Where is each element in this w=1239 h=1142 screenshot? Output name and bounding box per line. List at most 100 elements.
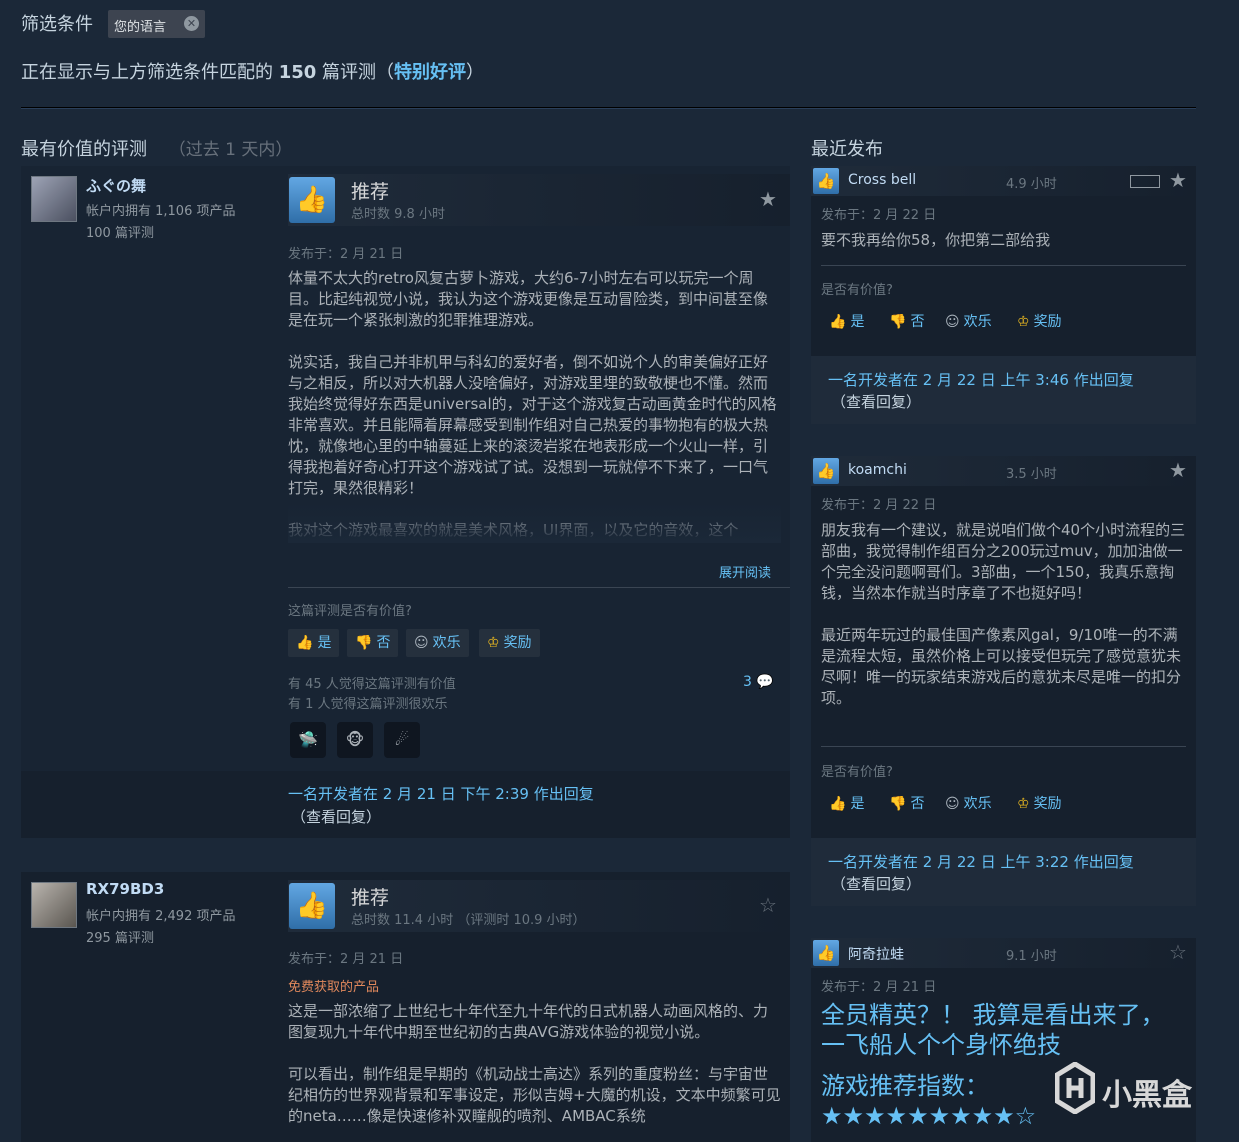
vote-yes-button[interactable]: 👍 是 bbox=[288, 629, 340, 657]
close-icon[interactable]: ✕ bbox=[184, 16, 199, 31]
posted-date: 发布于：2 月 21 日 bbox=[288, 952, 404, 967]
helpful-question: 这篇评测是否有价值? bbox=[288, 604, 412, 619]
vote-no-button[interactable]: 👎 否 bbox=[881, 790, 932, 818]
recent-header[interactable]: 👍 阿奇拉蛙 9.1 小时 ☆ bbox=[811, 938, 1196, 968]
award-icon: ♔ bbox=[487, 635, 500, 651]
divider bbox=[288, 587, 790, 588]
developer-reply-link[interactable]: 一名开发者在 2 月 22 日 上午 3:46 作出回复 bbox=[828, 370, 1134, 391]
helpful-question: 是否有价值? bbox=[821, 765, 893, 780]
avatar[interactable] bbox=[31, 882, 77, 928]
review-total[interactable]: 100 篇评测 bbox=[86, 222, 154, 241]
review-total[interactable]: 295 篇评测 bbox=[86, 927, 154, 946]
avatar[interactable] bbox=[31, 176, 77, 222]
watermark: 小黑盒 bbox=[1102, 1078, 1192, 1113]
verdict-label: 推荐 bbox=[351, 887, 390, 909]
developer-reply-link[interactable]: 一名开发者在 2 月 21 日 下午 2:39 作出回复 bbox=[288, 784, 594, 805]
playtime: 总时数 9.8 小时 bbox=[351, 207, 445, 222]
recent-review: 👍 Cross bell 4.9 小时 ★ 发布于：2 月 22 日 要不我再给… bbox=[811, 166, 1196, 424]
award-icon: ♔ bbox=[1017, 796, 1030, 812]
review-card: RX79BD3 帐户内拥有 2,492 项产品 295 篇评测 👍 推荐 总时数… bbox=[21, 872, 790, 1142]
review-headline: 全员精英？！ 我算是看出来了， 一飞船人个个身怀绝技 bbox=[821, 1001, 1165, 1059]
comment-count[interactable]: 3 💬 bbox=[743, 674, 774, 690]
view-reply-link[interactable]: （查看回复） bbox=[831, 873, 921, 894]
chip-label: 您的语言 bbox=[114, 20, 167, 35]
smile-icon: ☺ bbox=[945, 796, 960, 812]
award-icon[interactable]: ☄ bbox=[384, 722, 420, 758]
reviewer-name[interactable]: RX79BD3 bbox=[86, 880, 164, 898]
thumbs-up-icon: 👍 bbox=[829, 314, 847, 330]
helpful-question: 是否有价值? bbox=[821, 283, 893, 298]
vote-yes-button[interactable]: 👍 是 bbox=[821, 308, 872, 336]
language-filter-chip[interactable]: 您的语言 ✕ bbox=[108, 10, 205, 38]
vote-no-button[interactable]: 👎 否 bbox=[347, 629, 399, 657]
thumbs-up-icon: 👍 bbox=[829, 796, 847, 812]
recent-header[interactable]: 👍 koamchi 3.5 小时 ★ bbox=[811, 456, 1196, 486]
review-summary: 正在显示与上方筛选条件匹配的 150 篇评测（特别好评） bbox=[21, 62, 485, 83]
award-button[interactable]: ♔ 奖励 bbox=[1009, 790, 1070, 818]
owned-products[interactable]: 帐户内拥有 2,492 项产品 bbox=[86, 905, 235, 924]
award-button[interactable]: ♔ 奖励 bbox=[1009, 308, 1070, 336]
header-divider bbox=[21, 107, 1196, 109]
review-body: 体量不太大的retro风复古萝卜游戏，大约6-7小时左右可以玩完一个周目。比起纯… bbox=[288, 268, 781, 543]
award-icon: ♔ bbox=[1017, 314, 1030, 330]
verdict-bar[interactable]: 👍 推荐 总时数 9.8 小时 ★ bbox=[288, 174, 790, 226]
vote-funny-button[interactable]: ☺ 欢乐 bbox=[937, 790, 1000, 818]
developer-reply-link[interactable]: 一名开发者在 2 月 22 日 上午 3:22 作出回复 bbox=[828, 852, 1134, 873]
star-icon[interactable]: ★ bbox=[1169, 168, 1187, 192]
vote-funny-button[interactable]: ☺ 欢乐 bbox=[406, 629, 469, 657]
award-button[interactable]: ♔ 奖励 bbox=[479, 629, 540, 657]
free-product-badge: 免费获取的产品 bbox=[288, 980, 380, 995]
review-count: 150 bbox=[278, 62, 317, 83]
star-icon[interactable]: ☆ bbox=[759, 893, 777, 917]
posted-date: 发布于：2 月 22 日 bbox=[821, 498, 937, 513]
owned-products[interactable]: 帐户内拥有 1,106 项产品 bbox=[86, 200, 235, 219]
thumbs-down-icon: 👎 bbox=[889, 796, 907, 812]
posted-date: 发布于：2 月 21 日 bbox=[821, 980, 937, 995]
thumbs-down-icon: 👎 bbox=[889, 314, 907, 330]
read-more-link[interactable]: 展开阅读 bbox=[719, 562, 771, 581]
award-icon[interactable]: 🐵 bbox=[337, 722, 373, 758]
video-icon bbox=[1130, 175, 1160, 188]
thumbs-up-icon: 👍 bbox=[813, 458, 839, 484]
helpful-count: 有 45 人觉得这篇评测有价值 bbox=[288, 677, 456, 692]
thumbs-up-icon: 👍 bbox=[296, 635, 314, 651]
thumbs-up-icon: 👍 bbox=[289, 177, 335, 223]
smile-icon: ☺ bbox=[945, 314, 960, 330]
posted-date: 发布于：2 月 21 日 bbox=[288, 247, 404, 262]
filter-label: 筛选条件 bbox=[21, 14, 93, 35]
smile-icon: ☺ bbox=[414, 635, 429, 651]
recent-header[interactable]: 👍 Cross bell 4.9 小时 ★ bbox=[811, 166, 1196, 196]
review-body: 朋友我有一个建议，就是说咱们做个40个小时流程的三部曲，我觉得制作组百分之200… bbox=[821, 521, 1186, 707]
vote-yes-button[interactable]: 👍 是 bbox=[821, 790, 872, 818]
posted-date: 发布于：2 月 22 日 bbox=[821, 208, 937, 223]
rating-link[interactable]: 特别好评 bbox=[394, 62, 466, 83]
vote-funny-button[interactable]: ☺ 欢乐 bbox=[937, 308, 1000, 336]
most-helpful-title: 最有价值的评测 （过去 1 天内） bbox=[21, 139, 293, 160]
thumbs-down-icon: 👎 bbox=[355, 635, 373, 651]
review-body: 要不我再给你58，你把第二部给我 bbox=[821, 231, 1051, 249]
award-icon[interactable]: 🛸 bbox=[290, 722, 326, 758]
playtime: 总时数 11.4 小时 （评测时 10.9 小时） bbox=[351, 913, 586, 928]
playtime: 9.1 小时 bbox=[1006, 949, 1057, 964]
view-reply-link[interactable]: （查看回复） bbox=[291, 806, 381, 827]
reviewer-name[interactable]: Cross bell bbox=[848, 172, 916, 188]
view-reply-link[interactable]: （查看回复） bbox=[831, 391, 921, 412]
xiaoheihe-logo-icon bbox=[1054, 1061, 1096, 1115]
thumbs-up-icon: 👍 bbox=[813, 168, 839, 194]
thumbs-up-icon: 👍 bbox=[289, 883, 335, 929]
verdict-label: 推荐 bbox=[351, 181, 390, 203]
star-icon[interactable]: ★ bbox=[1169, 458, 1187, 482]
recent-title: 最近发布 bbox=[811, 139, 883, 160]
star-icon[interactable]: ☆ bbox=[1169, 940, 1187, 964]
vote-no-button[interactable]: 👎 否 bbox=[881, 308, 932, 336]
reviewer-name[interactable]: ふぐの舞 bbox=[86, 175, 146, 196]
funny-count: 有 1 人觉得这篇评测很欢乐 bbox=[288, 697, 448, 712]
reviewer-name[interactable]: 阿奇拉蛙 bbox=[848, 944, 904, 964]
playtime: 3.5 小时 bbox=[1006, 467, 1057, 482]
thumbs-up-icon: 👍 bbox=[813, 940, 839, 966]
playtime: 4.9 小时 bbox=[1006, 177, 1057, 192]
review-body: 这是一部浓缩了上世纪七十年代至九十年代的日式机器人动画风格的、力图复现九十年代中… bbox=[288, 1002, 781, 1125]
star-icon[interactable]: ★ bbox=[759, 187, 777, 211]
verdict-bar[interactable]: 👍 推荐 总时数 11.4 小时 （评测时 10.9 小时） ☆ bbox=[288, 880, 790, 932]
reviewer-name[interactable]: koamchi bbox=[848, 462, 907, 478]
